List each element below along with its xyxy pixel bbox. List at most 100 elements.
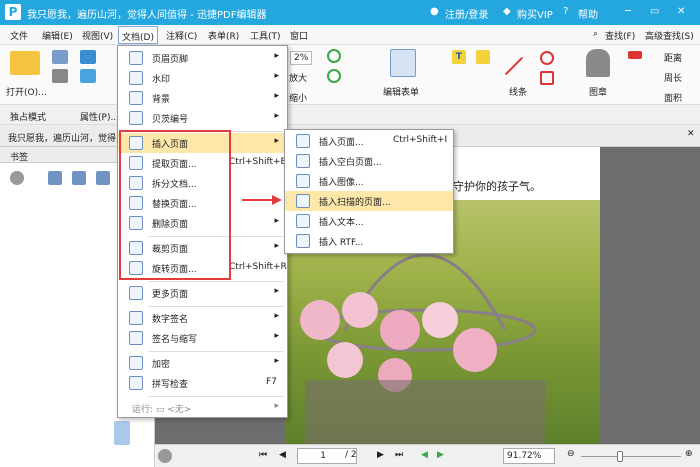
- enlarge-button[interactable]: 放大: [289, 71, 307, 84]
- secondary-toolbar: 独占模式 属性(P)...: [0, 105, 700, 125]
- status-settings-icon[interactable]: [158, 449, 172, 463]
- lock-icon: [129, 356, 143, 370]
- zoom-select[interactable]: 91.72%: [503, 448, 555, 464]
- advanced-find-button[interactable]: 高级查找(S): [645, 29, 694, 42]
- help-icon[interactable]: ?: [563, 6, 568, 17]
- menu-item-more-pages[interactable]: 更多页面 ▸: [118, 283, 287, 303]
- rectangle-icon[interactable]: [540, 71, 554, 85]
- text-file-icon: [296, 214, 310, 228]
- bookmark-panel-title: 书签: [10, 153, 29, 163]
- vip-icon[interactable]: ◆: [503, 6, 511, 17]
- properties-button[interactable]: 属性(P)...: [80, 110, 119, 123]
- edit-form-icon[interactable]: [390, 49, 416, 77]
- save-icon[interactable]: [52, 50, 68, 64]
- login-link[interactable]: 注册/登录: [445, 6, 488, 21]
- bookmark-new-icon[interactable]: [96, 171, 110, 185]
- previous-page-icon[interactable]: ◀: [279, 450, 286, 460]
- menu-item-spell-check[interactable]: 拼写检查 F7: [118, 373, 287, 393]
- menu-window[interactable]: 窗口: [290, 29, 308, 42]
- buy-vip-link[interactable]: 购买VIP: [517, 6, 553, 21]
- zoom-out-icon[interactable]: ⊖: [567, 449, 575, 459]
- zoom-field[interactable]: 2%: [290, 51, 313, 65]
- title-bar: P 我只愿我，遍历山河，觉得人间值得 - 迅捷PDF编辑器 ● 注册/登录 ◆ …: [0, 0, 700, 25]
- lines-button[interactable]: 线条: [509, 85, 527, 98]
- submenu-insert-page[interactable]: 插入页面... Ctrl+Shift+I: [285, 131, 453, 151]
- next-page-icon[interactable]: ▶: [377, 450, 384, 460]
- menu-item-sign-initials[interactable]: 签名与缩写 ▸: [118, 328, 287, 348]
- ribbon-toolbar: 打开(O)... 2% 放大 缩小 编辑表单 T 线条 图章 距离 周长 面积: [0, 45, 700, 105]
- zoom-slider-thumb[interactable]: [617, 451, 623, 462]
- bates-icon: [129, 111, 143, 125]
- highlight-box: [119, 130, 231, 280]
- exclusive-mode-button[interactable]: 独占模式: [10, 110, 46, 123]
- spell-check-icon: [129, 376, 143, 390]
- bookmark-add-icon[interactable]: [48, 171, 62, 185]
- menu-file[interactable]: 文件: [10, 29, 28, 42]
- print-icon[interactable]: [52, 69, 68, 83]
- zoom-slider[interactable]: [581, 456, 681, 457]
- menu-document[interactable]: 文档(D): [118, 26, 158, 44]
- menu-item-bates-numbering[interactable]: 贝茨编号 ▸: [118, 108, 287, 128]
- settings-gear-icon[interactable]: [10, 171, 24, 185]
- more-pages-icon: [129, 286, 143, 300]
- menu-item-background[interactable]: 背景 ▸: [118, 88, 287, 108]
- menu-tools[interactable]: 工具(T): [250, 29, 281, 42]
- shrink-button[interactable]: 缩小: [289, 91, 307, 104]
- stamp-icon[interactable]: [586, 49, 610, 77]
- menu-item-watermark[interactable]: 水印 ▸: [118, 68, 287, 88]
- forward-icon[interactable]: ▶: [437, 450, 444, 460]
- email-icon[interactable]: [80, 50, 96, 64]
- find-icon[interactable]: ⌕: [593, 29, 598, 39]
- distance-button[interactable]: 距离: [664, 51, 682, 64]
- rotate-ccw-icon[interactable]: [327, 69, 341, 83]
- submenu-insert-text[interactable]: 插入文本...: [285, 211, 453, 231]
- perimeter-button[interactable]: 周长: [664, 71, 682, 84]
- area-button[interactable]: 面积: [664, 91, 682, 104]
- minimize-icon[interactable]: ─: [625, 6, 631, 17]
- user-icon[interactable]: ●: [430, 6, 439, 17]
- insert-page-icon: [296, 134, 310, 148]
- close-tab-icon[interactable]: ✕: [687, 129, 695, 139]
- menu-edit[interactable]: 编辑(E): [42, 29, 73, 42]
- first-page-icon[interactable]: ⏮: [259, 450, 267, 460]
- maximize-icon[interactable]: ▭: [650, 6, 659, 17]
- bookmark-edit-icon[interactable]: [72, 171, 86, 185]
- status-bar: ⏮ ◀ 1 / 2 ▶ ⏭ ◀ ▶ 91.72% ⊖ ⊕: [155, 444, 700, 467]
- open-folder-icon[interactable]: [10, 51, 40, 75]
- text-tool-icon[interactable]: T: [452, 50, 466, 64]
- cloud-icon[interactable]: [80, 69, 96, 83]
- stamp-button[interactable]: 图章: [589, 85, 607, 98]
- submenu-insert-scanned-page[interactable]: 插入扫描的页面...: [285, 191, 453, 211]
- zoom-in-icon[interactable]: ⊕: [685, 449, 693, 459]
- edit-form-button[interactable]: 编辑表单: [383, 85, 419, 98]
- menu-item-encrypt[interactable]: 加密 ▸: [118, 353, 287, 373]
- submenu-insert-image[interactable]: 插入图像...: [285, 171, 453, 191]
- document-tab[interactable]: 我只愿我，遍历山河，觉得人...: [8, 131, 134, 144]
- line-tool-icon[interactable]: [504, 56, 524, 76]
- menu-separator: [148, 281, 283, 282]
- menu-item-digital-signature[interactable]: 数字签名 ▸: [118, 308, 287, 328]
- open-button[interactable]: 打开(O)...: [6, 85, 47, 98]
- help-link[interactable]: 帮助: [578, 6, 598, 21]
- blank-page-icon: [296, 154, 310, 168]
- find-button[interactable]: 查找(F): [605, 29, 635, 42]
- menu-comment[interactable]: 注释(C): [166, 29, 197, 42]
- menu-view[interactable]: 视图(V): [82, 29, 113, 42]
- circle-icon[interactable]: [540, 51, 554, 65]
- menu-item-header-footer[interactable]: 页眉页脚 ▸: [118, 48, 287, 68]
- rotate-icon[interactable]: [327, 49, 341, 63]
- note-icon[interactable]: [476, 50, 490, 64]
- last-page-icon[interactable]: ⏭: [395, 450, 403, 460]
- submenu-insert-rtf[interactable]: 插入 RTF...: [285, 231, 453, 251]
- menu-form[interactable]: 表单(R): [208, 29, 239, 42]
- submenu-insert-blank-page[interactable]: 插入空白页面...: [285, 151, 453, 171]
- window-title: 我只愿我，遍历山河，觉得人间值得 - 迅捷PDF编辑器: [27, 10, 267, 21]
- eraser-icon[interactable]: [628, 51, 642, 59]
- menu-separator: [148, 351, 283, 352]
- bookmark-ribbon-icon: [114, 421, 130, 445]
- scanner-icon: [296, 194, 310, 208]
- back-icon[interactable]: ◀: [421, 450, 428, 460]
- header-footer-icon: [129, 51, 143, 65]
- pointer-arrow-icon: [242, 195, 282, 205]
- close-icon[interactable]: ✕: [677, 6, 685, 17]
